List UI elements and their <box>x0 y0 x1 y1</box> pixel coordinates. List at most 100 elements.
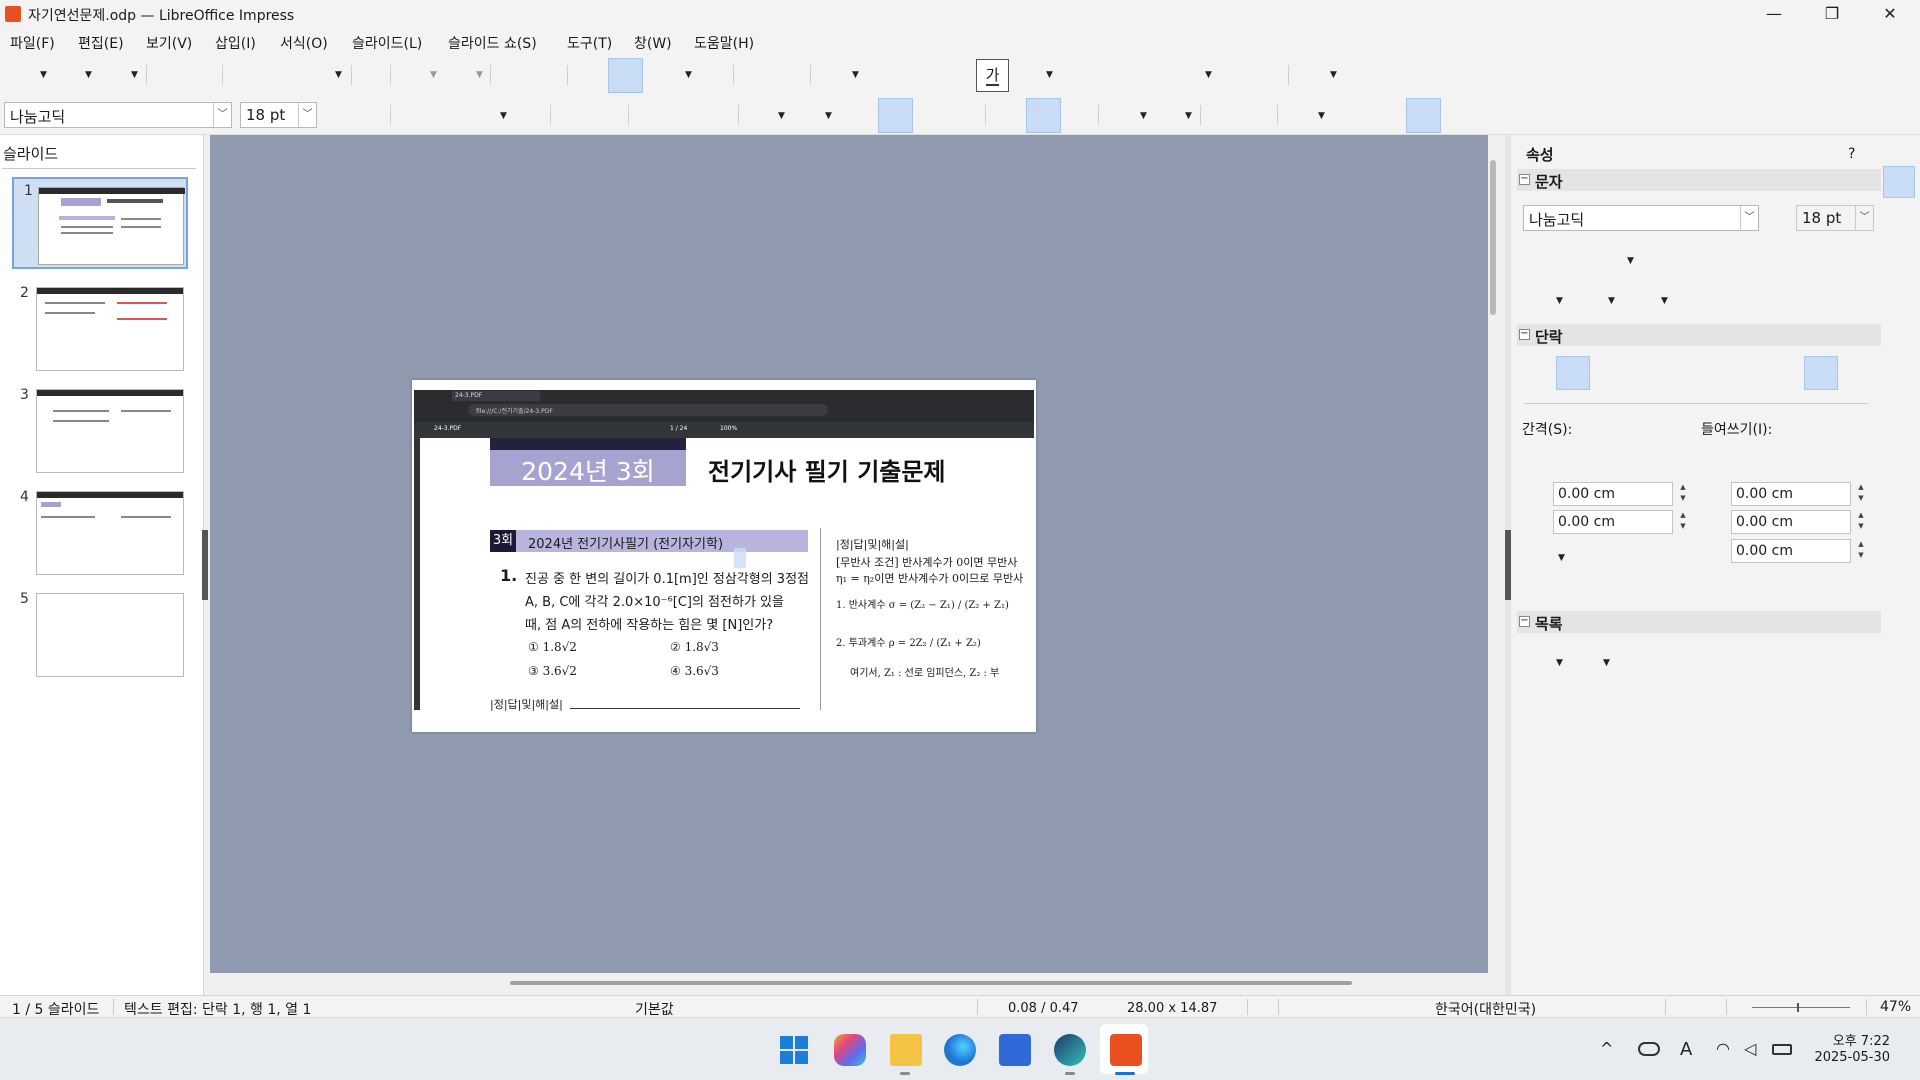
zoom-slider[interactable] <box>1752 1007 1850 1008</box>
text-dropdown-arrow[interactable]: ▼ <box>1046 70 1053 80</box>
underline-dropdown-arrow[interactable]: ▼ <box>1627 256 1634 266</box>
highlighted-sidebar-button[interactable] <box>1406 98 1441 133</box>
pane-collapse-handle[interactable] <box>202 530 208 600</box>
zoom-slider-thumb[interactable] <box>1797 1003 1799 1012</box>
clock-date[interactable]: 2025-05-30 <box>1810 1050 1890 1065</box>
redo-dropdown-arrow[interactable]: ▼ <box>476 70 483 80</box>
onedrive-icon[interactable] <box>1638 1042 1660 1056</box>
menu-help[interactable]: 도움말(H) <box>692 33 756 53</box>
menu-insert[interactable]: 삽입(I) <box>213 33 258 53</box>
vertical-scrollbar[interactable] <box>1490 160 1496 315</box>
menu-format[interactable]: 서식(O) <box>278 33 330 53</box>
spin-buttons[interactable]: ▲ ▼ <box>1853 482 1869 506</box>
section-character[interactable]: − 문자 <box>1517 169 1881 191</box>
status-layout[interactable]: 기본값 <box>635 999 674 1019</box>
section-paragraph[interactable]: − 단락 <box>1517 324 1881 346</box>
font-size-combobox[interactable]: 18 pt ﹀ <box>240 102 317 128</box>
collapse-icon[interactable]: − <box>1519 616 1530 627</box>
indent-after-field[interactable]: 0.00 cm <box>1731 510 1851 534</box>
slide-thumbnail-5[interactable] <box>36 593 184 677</box>
app-icon[interactable] <box>1054 1034 1086 1066</box>
sidebar-collapse-handle[interactable] <box>1505 530 1511 600</box>
status-language[interactable]: 한국어(대한민국) <box>1435 999 1536 1019</box>
edge-icon[interactable] <box>944 1034 976 1066</box>
case-dropdown-arrow[interactable]: ▼ <box>1661 296 1668 306</box>
spacing-below-field[interactable]: 0.00 cm <box>1553 510 1673 534</box>
highlighted-align-button[interactable] <box>878 98 913 133</box>
menu-window[interactable]: 창(W) <box>632 33 674 53</box>
bullets-dropdown-arrow[interactable]: ▼ <box>1556 658 1563 668</box>
more-dropdown-arrow[interactable]: ▼ <box>1330 70 1337 80</box>
font-name-combobox[interactable]: 나눔고딕 ﹀ <box>4 102 232 128</box>
file-explorer-icon[interactable] <box>890 1034 922 1066</box>
menu-edit[interactable]: 편집(E) <box>76 33 126 53</box>
slide-thumbnail-2[interactable] <box>36 287 184 371</box>
volume-icon[interactable]: ◁ <box>1744 1039 1756 1058</box>
sidebar-font-name-combobox[interactable]: 나눔고딕 ﹀ <box>1523 205 1759 231</box>
save-dropdown-arrow[interactable]: ▼ <box>131 70 138 80</box>
help-icon[interactable]: ? <box>1848 146 1855 162</box>
chevron-down-icon[interactable]: ﹀ <box>213 103 231 127</box>
numbering-dropdown-arrow[interactable]: ▼ <box>1603 658 1610 668</box>
sidebar-settings-button[interactable] <box>1883 166 1915 198</box>
collapse-icon[interactable]: − <box>1519 174 1530 185</box>
display-grid-dropdown-arrow[interactable]: ▼ <box>685 70 692 80</box>
indent-before-field[interactable]: 0.00 cm <box>1731 482 1851 506</box>
shapes-dropdown-arrow[interactable]: ▼ <box>1205 70 1212 80</box>
highlighted-toolbar-button[interactable] <box>608 58 643 93</box>
sidebar-font-size-combobox[interactable]: 18 pt ﹀ <box>1796 205 1874 231</box>
textbox-icon[interactable]: 가 <box>976 59 1009 92</box>
clone-dropdown-arrow[interactable]: ▼ <box>335 70 342 80</box>
status-zoom[interactable]: 47% <box>1880 999 1911 1015</box>
table-dropdown-arrow[interactable]: ▼ <box>852 70 859 80</box>
numbering-dropdown-arrow[interactable]: ▼ <box>1185 111 1192 121</box>
spin-buttons[interactable]: ▲ ▼ <box>1675 482 1691 506</box>
menu-slideshow[interactable]: 슬라이드 쇼(S) <box>446 33 539 53</box>
align-top-button[interactable] <box>1804 356 1838 390</box>
spin-buttons[interactable]: ▲ ▼ <box>1853 510 1869 534</box>
section-lists[interactable]: − 목록 <box>1517 611 1881 633</box>
spin-buttons[interactable]: ▲ ▼ <box>1675 510 1691 534</box>
new-dropdown-arrow[interactable]: ▼ <box>40 70 47 80</box>
collapse-icon[interactable]: − <box>1519 329 1530 340</box>
close-button[interactable]: ✕ <box>1861 0 1919 29</box>
horizontal-scrollbar[interactable] <box>510 981 1352 985</box>
align-left-button[interactable] <box>1556 356 1590 390</box>
menu-tools[interactable]: 도구(T) <box>565 33 614 53</box>
highlight-dropdown-arrow[interactable]: ▼ <box>825 111 832 121</box>
open-dropdown-arrow[interactable]: ▼ <box>85 70 92 80</box>
slide-thumbnail-1[interactable] <box>12 177 188 269</box>
wifi-icon[interactable]: ◠ <box>1716 1039 1730 1058</box>
slide-thumbnail-3[interactable] <box>36 389 184 473</box>
start-icon[interactable] <box>778 1034 810 1066</box>
slide-thumbnail-4[interactable] <box>36 491 184 575</box>
slide-canvas[interactable]: 24-3.PDF file:///C:/전기기출/24-3.PDF 24-3.P… <box>412 380 1036 732</box>
menu-slide[interactable]: 슬라이드(L) <box>350 33 424 53</box>
store-icon[interactable] <box>999 1034 1031 1066</box>
underline-dropdown-arrow[interactable]: ▼ <box>500 111 507 121</box>
menu-view[interactable]: 보기(V) <box>144 33 194 53</box>
battery-icon[interactable] <box>1772 1044 1792 1055</box>
undo-dropdown-arrow[interactable]: ▼ <box>430 70 437 80</box>
highlighted-valign-button[interactable] <box>1026 98 1061 133</box>
maximize-button[interactable]: ❐ <box>1803 0 1861 29</box>
clock-time[interactable]: 오후 7:22 <box>1810 1030 1890 1049</box>
spacing-dropdown-arrow[interactable]: ▼ <box>1318 111 1325 121</box>
first-line-indent-field[interactable]: 0.00 cm <box>1731 539 1851 563</box>
highlight-dropdown-arrow[interactable]: ▼ <box>1608 296 1615 306</box>
menu-file[interactable]: 파일(F) <box>8 33 57 53</box>
bullets-dropdown-arrow[interactable]: ▼ <box>1140 111 1147 121</box>
font-color-dropdown-arrow[interactable]: ▼ <box>1556 296 1563 306</box>
libreoffice-impress-icon[interactable] <box>1110 1034 1142 1066</box>
minimize-button[interactable]: — <box>1745 0 1803 29</box>
chevron-down-icon[interactable]: ﹀ <box>1855 206 1873 230</box>
font-color-dropdown-arrow[interactable]: ▼ <box>778 111 785 121</box>
chevron-down-icon[interactable]: ﹀ <box>298 103 316 127</box>
spacing-above-field[interactable]: 0.00 cm <box>1553 482 1673 506</box>
line-spacing-dropdown-arrow[interactable]: ▼ <box>1558 553 1565 563</box>
ime-indicator[interactable]: A <box>1680 1039 1692 1060</box>
chevron-down-icon[interactable]: ﹀ <box>1740 206 1758 230</box>
spin-buttons[interactable]: ▲ ▼ <box>1853 539 1869 563</box>
copilot-icon[interactable] <box>834 1034 866 1066</box>
tray-chevron-icon[interactable]: ^ <box>1600 1039 1613 1058</box>
